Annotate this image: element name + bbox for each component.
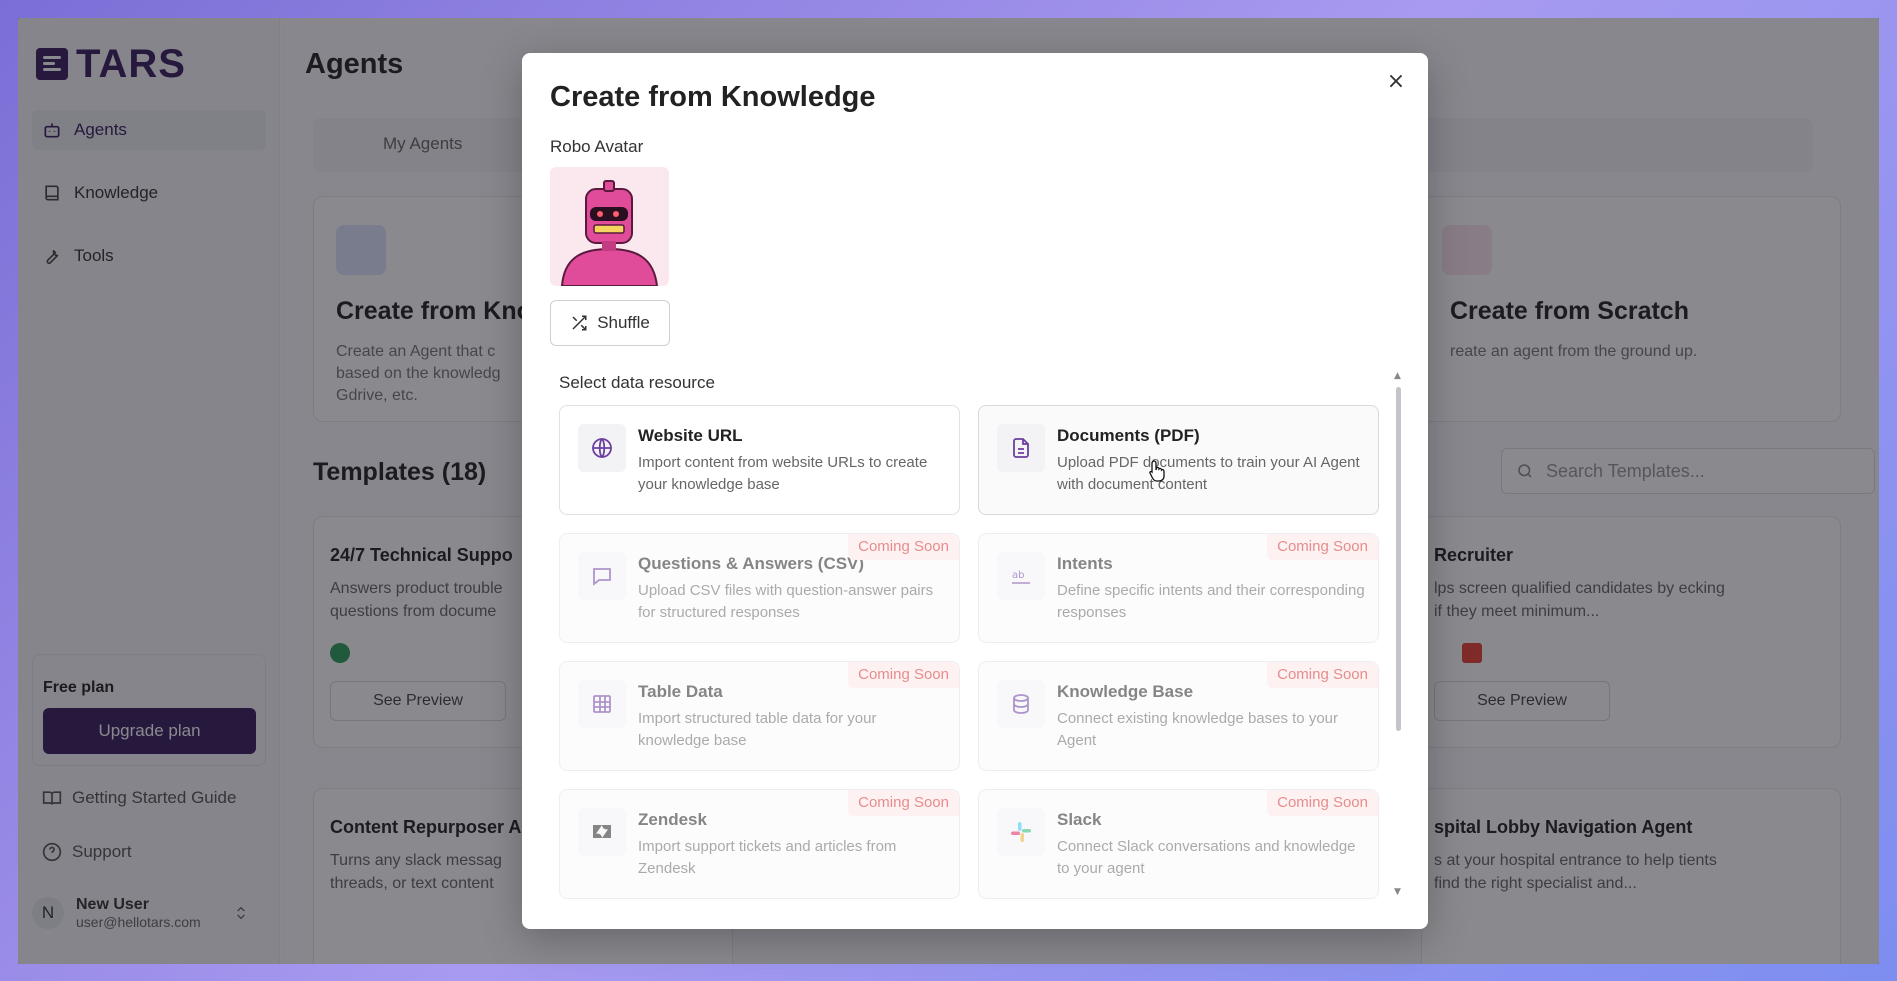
- shuffle-label: Shuffle: [597, 313, 650, 332]
- resource-desc: Import structured table data for your kn…: [638, 710, 877, 749]
- avatar-label: Robo Avatar: [550, 137, 644, 156]
- intents-icon: ab: [997, 552, 1045, 600]
- scrollbar-thumb[interactable]: [1396, 387, 1401, 731]
- resource-desc: Connect existing knowledge bases to your…: [1057, 710, 1339, 749]
- scroll-down-icon[interactable]: ▼: [1394, 887, 1401, 897]
- globe-icon: [578, 424, 626, 472]
- data-resource-list[interactable]: Website URL Import content from website …: [559, 405, 1379, 903]
- resource-title: Documents (PDF): [1057, 426, 1200, 445]
- robo-avatar-image: [550, 167, 669, 286]
- resource-desc: Define specific intents and their corres…: [1057, 582, 1365, 621]
- resource-title: Zendesk: [638, 810, 707, 829]
- create-from-knowledge-modal: × Create from Knowledge Robo Avatar Shuf…: [522, 53, 1428, 929]
- table-icon: [578, 680, 626, 728]
- resource-desc: Import support tickets and articles from…: [638, 838, 897, 877]
- coming-soon-badge: Coming Soon: [1267, 534, 1378, 560]
- coming-soon-badge: Coming Soon: [1267, 790, 1378, 816]
- close-button[interactable]: ×: [1382, 67, 1410, 95]
- resource-title: Intents: [1057, 554, 1113, 573]
- chat-icon: [578, 552, 626, 600]
- resource-table-data[interactable]: Table Data Import structured table data …: [559, 661, 960, 771]
- coming-soon-badge: Coming Soon: [848, 534, 959, 560]
- robot-avatar-icon: [560, 180, 659, 286]
- resource-slack[interactable]: Slack Connect Slack conversations and kn…: [978, 789, 1379, 899]
- resource-desc: Upload CSV files with question-answer pa…: [638, 582, 934, 621]
- database-icon: [997, 680, 1045, 728]
- resource-zendesk[interactable]: Zendesk Import support tickets and artic…: [559, 789, 960, 899]
- resource-title: Table Data: [638, 682, 723, 701]
- resource-website-url[interactable]: Website URL Import content from website …: [559, 405, 960, 515]
- pointer-cursor-icon: [1149, 460, 1165, 482]
- slack-icon: [997, 808, 1045, 856]
- shuffle-button[interactable]: Shuffle: [550, 300, 670, 346]
- svg-text:ab: ab: [1012, 570, 1024, 581]
- document-icon: [997, 424, 1045, 472]
- shuffle-icon: [572, 315, 587, 331]
- resource-title: Questions & Answers (CSV): [638, 554, 865, 573]
- resource-desc: Upload PDF documents to train your AI Ag…: [1057, 454, 1360, 493]
- coming-soon-badge: Coming Soon: [1267, 662, 1378, 688]
- select-data-resource-label: Select data resource: [559, 373, 715, 392]
- resource-intents[interactable]: ab Intents Define specific intents and t…: [978, 533, 1379, 643]
- resource-desc: Connect Slack conversations and knowledg…: [1057, 838, 1356, 877]
- resource-questions-answers[interactable]: Questions & Answers (CSV) Upload CSV fil…: [559, 533, 960, 643]
- resource-title: Knowledge Base: [1057, 682, 1194, 701]
- coming-soon-badge: Coming Soon: [848, 790, 959, 816]
- resource-title: Website URL: [638, 426, 743, 445]
- resource-documents-pdf[interactable]: Documents (PDF) Upload PDF documents to …: [978, 405, 1379, 515]
- scroll-up-icon[interactable]: ▲: [1394, 371, 1401, 381]
- resource-title: Slack: [1057, 810, 1102, 829]
- resource-knowledge-base[interactable]: Knowledge Base Connect existing knowledg…: [978, 661, 1379, 771]
- resource-desc: Import content from website URLs to crea…: [638, 454, 928, 493]
- scrollbar[interactable]: ▲ ▼: [1394, 371, 1402, 897]
- zendesk-icon: [578, 808, 626, 856]
- modal-title: Create from Knowledge: [550, 81, 876, 113]
- coming-soon-badge: Coming Soon: [848, 662, 959, 688]
